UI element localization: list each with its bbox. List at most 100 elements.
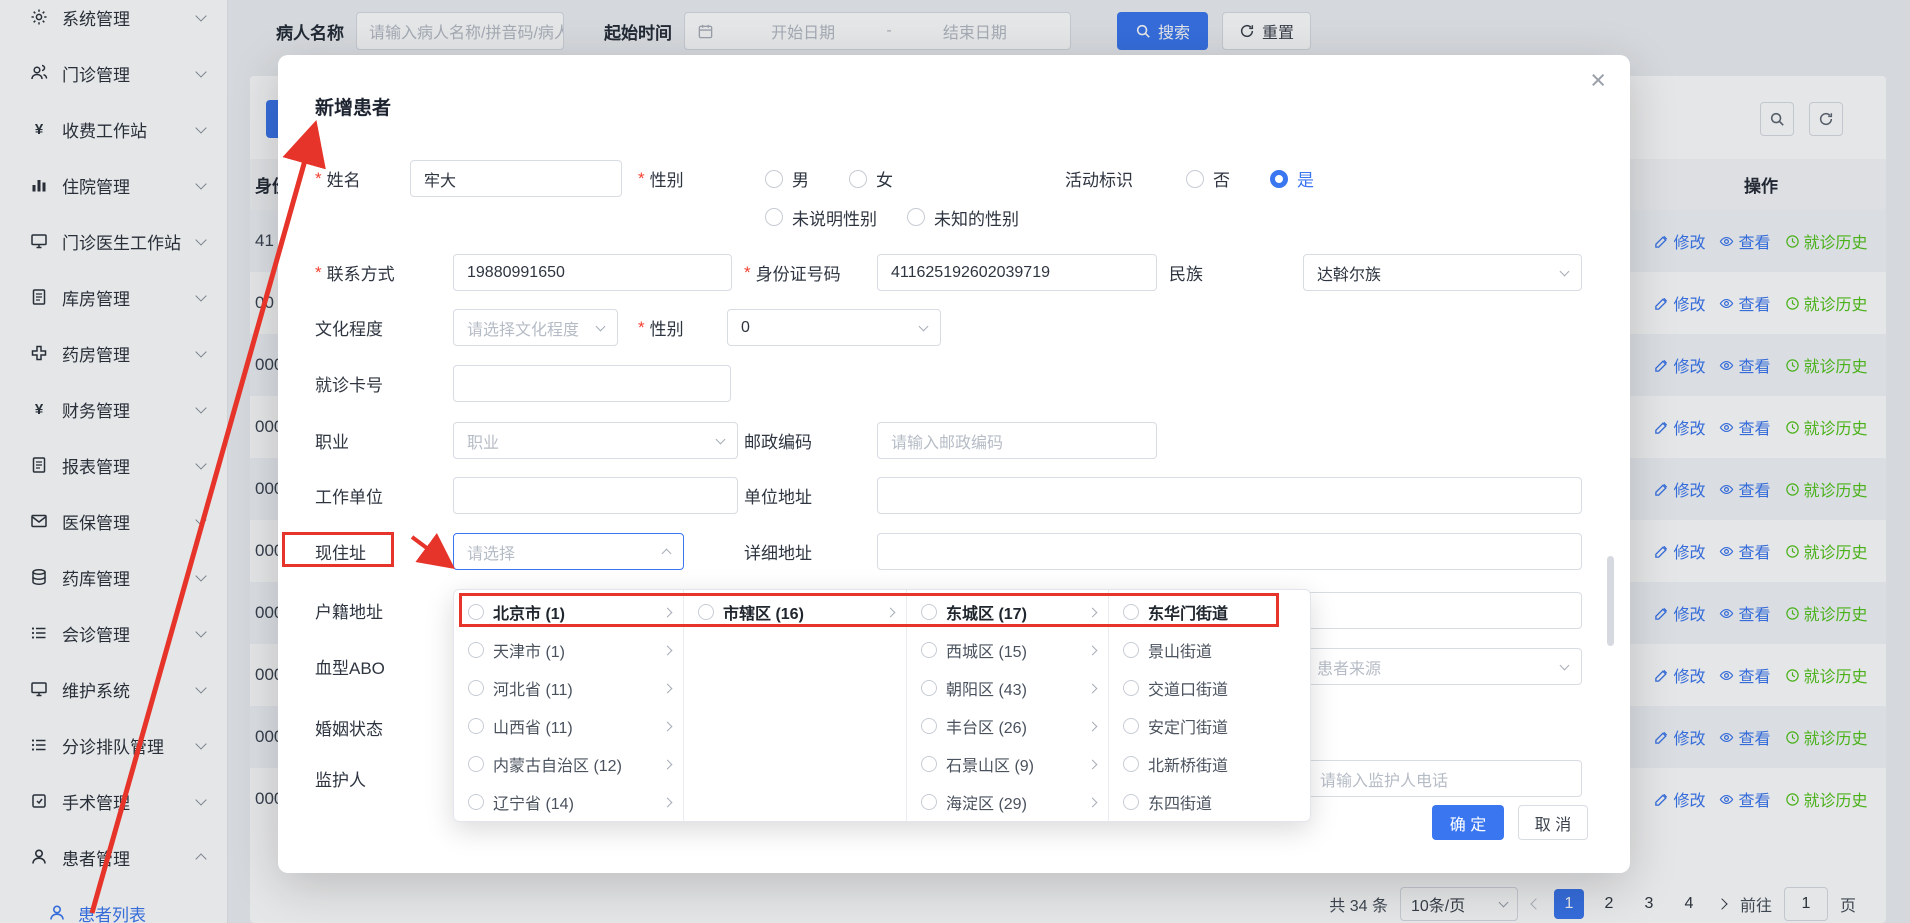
cascader-option[interactable]: 河北省 (11) bbox=[454, 669, 683, 707]
radio-no[interactable]: 否 bbox=[1186, 166, 1230, 191]
name-label: 姓名 bbox=[315, 160, 361, 197]
chevron-right-icon bbox=[886, 607, 896, 617]
unit-address-input[interactable] bbox=[877, 477, 1582, 514]
cascader-column: 东华门街道景山街道交道口街道安定门街道北新桥街道东四街道 bbox=[1109, 590, 1311, 821]
cascader-option[interactable]: 东华门街道 bbox=[1109, 593, 1311, 631]
radio-icon bbox=[921, 604, 937, 620]
cascader-option[interactable]: 市辖区 (16) bbox=[684, 593, 906, 631]
cascader-option[interactable]: 东四街道 bbox=[1109, 783, 1311, 821]
id-number-input[interactable]: 411625192602039719 bbox=[877, 254, 1157, 291]
chevron-down-icon bbox=[596, 321, 606, 331]
cascader-column: 市辖区 (16) bbox=[684, 590, 907, 821]
household-address-label: 户籍地址 bbox=[315, 592, 383, 629]
radio-icon bbox=[468, 756, 484, 772]
contact-label: 联系方式 bbox=[315, 254, 395, 291]
work-unit-label: 工作单位 bbox=[315, 477, 383, 514]
unit-address-label: 单位地址 bbox=[744, 477, 812, 514]
modal-scrollbar[interactable] bbox=[1607, 556, 1614, 646]
marital-status-label: 婚姻状态 bbox=[315, 709, 383, 746]
chevron-right-icon bbox=[1088, 759, 1098, 769]
radio-icon bbox=[765, 208, 783, 226]
radio-gender-unknown[interactable]: 未知的性别 bbox=[907, 205, 1019, 230]
chevron-right-icon bbox=[1088, 683, 1098, 693]
radio-checked-icon bbox=[1270, 170, 1288, 188]
cascader-option[interactable]: 石景山区 (9) bbox=[907, 745, 1108, 783]
cascader-option[interactable]: 朝阳区 (43) bbox=[907, 669, 1108, 707]
occupation-select[interactable]: 职业 bbox=[453, 422, 738, 459]
radio-icon bbox=[1123, 604, 1139, 620]
cascader-option[interactable]: 内蒙古自治区 (12) bbox=[454, 745, 683, 783]
patient-source-select[interactable]: 患者来源 bbox=[1303, 648, 1582, 685]
cascader-option[interactable]: 山西省 (11) bbox=[454, 707, 683, 745]
guardian-phone-input[interactable]: 请输入监护人电话 bbox=[1306, 760, 1582, 797]
cascader-option[interactable]: 景山街道 bbox=[1109, 631, 1311, 669]
gender2-label: 性别 bbox=[638, 309, 684, 346]
cascader-option[interactable]: 海淀区 (29) bbox=[907, 783, 1108, 821]
detail-address-label: 详细地址 bbox=[744, 533, 812, 570]
chevron-right-icon bbox=[1088, 607, 1098, 617]
radio-icon bbox=[1123, 718, 1139, 734]
radio-icon bbox=[921, 680, 937, 696]
education-select[interactable]: 请选择文化程度 bbox=[453, 309, 618, 346]
contact-input[interactable]: 19880991650 bbox=[453, 254, 732, 291]
chevron-right-icon bbox=[1088, 721, 1098, 731]
cascader-option[interactable]: 北京市 (1) bbox=[454, 593, 683, 631]
active-flag-radio-group: 否 是 bbox=[1186, 160, 1314, 197]
modal-title: 新增患者 bbox=[315, 93, 391, 120]
id-number-label: 身份证号码 bbox=[744, 254, 841, 291]
name-input[interactable]: 牢大 bbox=[410, 160, 622, 197]
ethnicity-label: 民族 bbox=[1169, 254, 1203, 291]
chevron-right-icon bbox=[663, 797, 673, 807]
current-address-label: 现住址 bbox=[315, 533, 366, 570]
gender-radio-group: 男 女 bbox=[765, 160, 893, 197]
chevron-right-icon bbox=[663, 759, 673, 769]
radio-icon bbox=[1123, 680, 1139, 696]
chevron-down-icon bbox=[919, 321, 929, 331]
add-patient-modal: 新增患者 × 姓名 牢大 性别 男 女 活动标识 否 是 未说明性别 未知的性别… bbox=[278, 55, 1630, 873]
detail-address-input[interactable] bbox=[877, 533, 1582, 570]
cascader-option[interactable]: 西城区 (15) bbox=[907, 631, 1108, 669]
active-flag-label: 活动标识 bbox=[1065, 160, 1133, 197]
cascader-option[interactable]: 辽宁省 (14) bbox=[454, 783, 683, 821]
blood-type-label: 血型ABO bbox=[315, 648, 385, 685]
chevron-down-icon bbox=[1560, 660, 1570, 670]
address-cascader-dropdown: 北京市 (1)天津市 (1)河北省 (11)山西省 (11)内蒙古自治区 (12… bbox=[453, 589, 1311, 822]
patient-management-screen: 系统管理门诊管理¥收费工作站住院管理门诊医生工作站库房管理药房管理¥财务管理报表… bbox=[0, 0, 1910, 923]
radio-icon bbox=[921, 756, 937, 772]
radio-icon bbox=[1123, 756, 1139, 772]
cascader-column: 东城区 (17)西城区 (15)朝阳区 (43)丰台区 (26)石景山区 (9)… bbox=[907, 590, 1109, 821]
radio-female[interactable]: 女 bbox=[849, 166, 893, 191]
visit-card-input[interactable] bbox=[453, 365, 731, 402]
chevron-down-icon bbox=[716, 434, 726, 444]
radio-gender-unexplained[interactable]: 未说明性别 bbox=[765, 205, 877, 230]
cascader-option[interactable]: 天津市 (1) bbox=[454, 631, 683, 669]
radio-icon bbox=[765, 170, 783, 188]
current-address-select[interactable]: 请选择 bbox=[453, 533, 684, 570]
cancel-button[interactable]: 取 消 bbox=[1518, 805, 1588, 840]
cascader-option[interactable]: 东城区 (17) bbox=[907, 593, 1108, 631]
confirm-button[interactable]: 确 定 bbox=[1432, 805, 1504, 840]
radio-yes[interactable]: 是 bbox=[1270, 166, 1314, 191]
close-icon[interactable]: × bbox=[1590, 67, 1606, 94]
visit-card-label: 就诊卡号 bbox=[315, 365, 383, 402]
chevron-right-icon bbox=[1088, 645, 1098, 655]
gender-label: 性别 bbox=[638, 160, 684, 197]
cascader-option[interactable]: 安定门街道 bbox=[1109, 707, 1311, 745]
cascader-option[interactable]: 丰台区 (26) bbox=[907, 707, 1108, 745]
ethnicity-select[interactable]: 达斡尔族 bbox=[1303, 254, 1582, 291]
cascader-option[interactable]: 北新桥街道 bbox=[1109, 745, 1311, 783]
education-label: 文化程度 bbox=[315, 309, 383, 346]
radio-male[interactable]: 男 bbox=[765, 166, 809, 191]
gender2-select[interactable]: 0 bbox=[727, 309, 941, 346]
radio-icon bbox=[468, 604, 484, 620]
cascader-option[interactable]: 交道口街道 bbox=[1109, 669, 1311, 707]
work-unit-input[interactable] bbox=[453, 477, 738, 514]
radio-icon bbox=[1123, 794, 1139, 810]
radio-icon bbox=[698, 604, 714, 620]
postal-code-input[interactable]: 请输入邮政编码 bbox=[877, 422, 1157, 459]
occupation-label: 职业 bbox=[315, 422, 349, 459]
chevron-right-icon bbox=[663, 683, 673, 693]
radio-icon bbox=[921, 642, 937, 658]
radio-icon bbox=[921, 794, 937, 810]
radio-icon bbox=[921, 718, 937, 734]
